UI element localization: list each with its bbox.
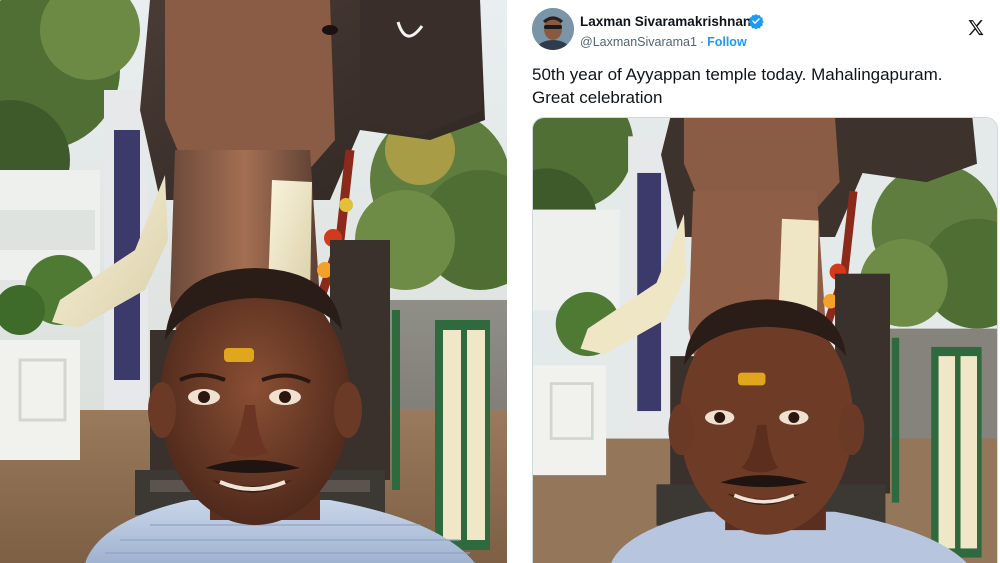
follow-button[interactable]: Follow <box>707 35 747 49</box>
tweet-card: Laxman Sivaramakrishnan @LaxmanSivarama1… <box>521 0 1000 563</box>
selfie-photo-large <box>0 0 507 563</box>
x-logo-icon[interactable] <box>966 18 986 38</box>
tweet-header: Laxman Sivaramakrishnan @LaxmanSivarama1… <box>532 8 992 54</box>
avatar-image <box>532 8 574 50</box>
screenshot-page: Laxman Sivaramakrishnan @LaxmanSivarama1… <box>0 0 1000 563</box>
author-handle[interactable]: @LaxmanSivarama1 <box>580 35 697 49</box>
author-avatar[interactable] <box>532 8 574 50</box>
tweet-media-photo[interactable] <box>532 117 998 563</box>
tweet-text: 50th year of Ayyappan temple today. Maha… <box>532 63 992 109</box>
selfie-elephant-scene <box>0 0 507 563</box>
handle-line: @LaxmanSivarama1 · Follow <box>580 35 747 49</box>
verified-badge-icon <box>748 13 764 29</box>
tweet-text-line-2: Great celebration <box>532 88 663 107</box>
tweet-text-line-1: 50th year of Ayyappan temple today. Maha… <box>532 65 943 84</box>
author-name[interactable]: Laxman Sivaramakrishnan <box>580 14 751 29</box>
handle-separator: · <box>699 35 705 49</box>
tweet-photo-image <box>533 118 997 563</box>
